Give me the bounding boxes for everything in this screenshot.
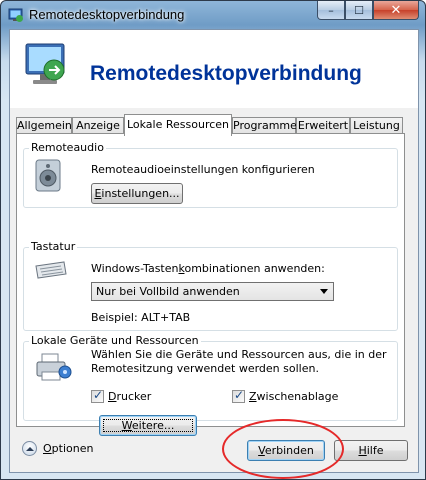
focus-rectangle <box>103 419 193 432</box>
printer-checkbox[interactable] <box>91 388 104 403</box>
speaker-icon <box>35 159 61 192</box>
audio-settings-label: instellungen... <box>101 187 180 200</box>
close-button[interactable]: ✕ <box>373 1 419 20</box>
chevron-down-icon <box>320 289 328 294</box>
tab-lokale-ressourcen[interactable]: Lokale Ressourcen <box>124 114 232 136</box>
minimize-icon: – <box>328 3 334 17</box>
chevron-up-icon <box>22 441 37 456</box>
keyboard-mode-value: Nur bei Vollbild anwenden <box>96 285 240 298</box>
tab-anzeige[interactable]: Anzeige <box>72 117 124 134</box>
keyboard-prompt-end: ombinationen anwenden: <box>184 262 325 275</box>
close-icon: ✕ <box>390 2 402 18</box>
remote-desktop-monitor-icon <box>25 43 65 84</box>
tab-panel-lokale-ressourcen: Remoteaudio Remoteaudioeinstellungen kon… <box>16 133 405 436</box>
keyboard-combinations-label: Windows-Tastenkombinationen anwenden: <box>91 262 325 275</box>
app-icon <box>8 8 23 22</box>
options-access-key: O <box>43 442 52 455</box>
tab-programme[interactable]: Programme <box>232 117 297 134</box>
devices-printer-icon <box>36 353 72 381</box>
window: Remotedesktopverbindung – ☐ ✕ Remotedesk… <box>0 0 426 480</box>
caption-buttons: – ☐ ✕ <box>317 1 419 21</box>
local-devices-description-line1: Wählen Sie die Geräte und Ressourcen aus… <box>91 348 387 361</box>
local-devices-description-line2: Remotesitzung verwendet werden sollen. <box>91 362 319 375</box>
clipboard-label-text: wischenablage <box>256 390 339 403</box>
options-label-text: ptionen <box>51 442 94 455</box>
clipboard-checkbox-label[interactable]: Zwischenablage <box>249 390 338 403</box>
remote-audio-description: Remoteaudioeinstellungen konfigurieren <box>91 163 315 176</box>
red-annotation-ellipse <box>222 419 344 479</box>
options-label: Optionen <box>43 442 93 455</box>
banner: Remotedesktopverbindung <box>10 30 418 108</box>
printer-checkbox-label[interactable]: Drucker <box>108 390 151 403</box>
group-keyboard: Tastatur Windows-Tastenkombinationen anw… <box>23 240 398 331</box>
clipboard-checkbox[interactable] <box>232 388 245 403</box>
banner-title: Remotedesktopverbindung <box>90 62 362 85</box>
keyboard-prompt-start: Windows-Tasten <box>91 262 179 275</box>
window-title: Remotedesktopverbindung <box>29 7 185 22</box>
help-button[interactable]: Hilfe <box>334 440 408 461</box>
more-devices-button[interactable]: Weitere... <box>99 415 197 436</box>
group-label-remote-audio: Remoteaudio <box>29 141 106 154</box>
tab-allgemein[interactable]: Allgemein <box>16 117 72 134</box>
group-label-local-devices: Lokale Geräte und Ressourcen <box>29 334 201 347</box>
tab-erweitert[interactable]: Erweitert <box>296 117 350 134</box>
title-bar[interactable]: Remotedesktopverbindung – ☐ ✕ <box>1 1 425 29</box>
maximize-icon: ☐ <box>354 3 364 17</box>
group-local-devices: Lokale Geräte und Ressourcen Wählen Sie … <box>23 334 398 421</box>
dialog-client: Remotedesktopverbindung Allgemein Anzeig… <box>9 29 419 473</box>
help-access-key: H <box>358 444 367 457</box>
minimize-button[interactable]: – <box>317 1 345 20</box>
printer-label-text: rucker <box>116 390 152 403</box>
keyboard-icon <box>35 261 67 279</box>
tab-leistung[interactable]: Leistung <box>350 117 403 134</box>
maximize-button[interactable]: ☐ <box>345 1 373 20</box>
audio-settings-button[interactable]: Einstellungen... <box>91 183 183 204</box>
keyboard-example: Beispiel: ALT+TAB <box>91 311 191 324</box>
help-label: ilfe <box>366 444 384 457</box>
keyboard-mode-select[interactable]: Nur bei Vollbild anwenden <box>91 282 334 301</box>
group-remote-audio: Remoteaudio Remoteaudioeinstellungen kon… <box>23 141 398 208</box>
clipboard-access-key: Z <box>249 390 257 403</box>
group-label-keyboard: Tastatur <box>29 240 78 253</box>
